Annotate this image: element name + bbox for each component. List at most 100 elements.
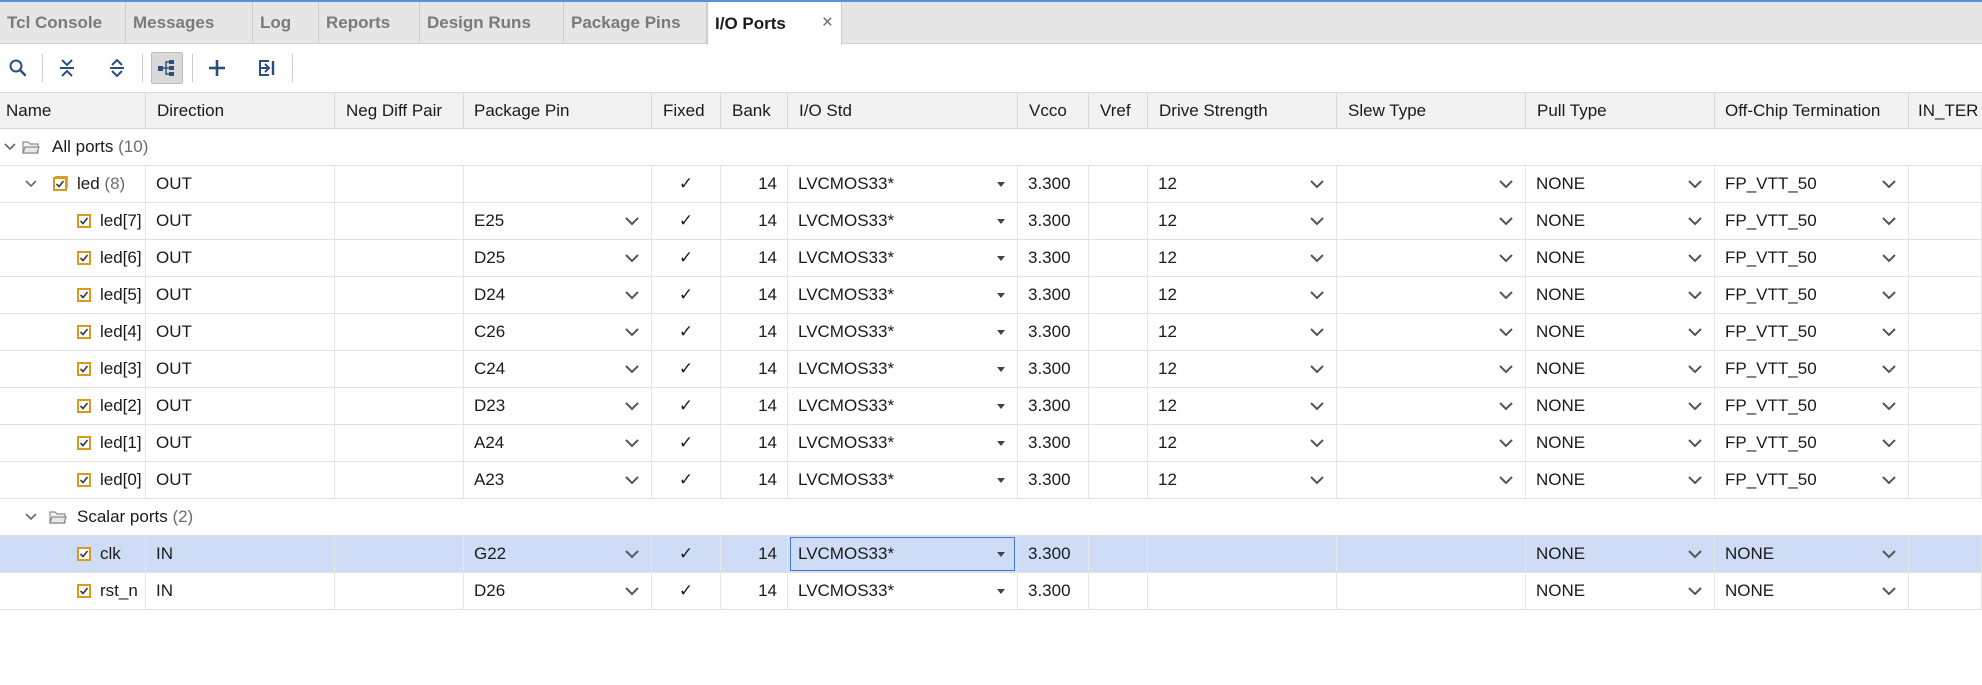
cell-package-pin[interactable] xyxy=(464,166,652,202)
cell-off-chip-termination[interactable]: NONE xyxy=(1715,573,1909,609)
cell-fixed[interactable]: ✓ xyxy=(652,388,721,424)
cell-fixed[interactable]: ✓ xyxy=(652,351,721,387)
cell-drive-strength[interactable]: 12 xyxy=(1148,425,1337,461)
cell-io-std[interactable]: LVCMOS33* xyxy=(788,240,1018,276)
column-header-bank[interactable]: Bank xyxy=(721,93,788,129)
search-button[interactable] xyxy=(2,52,34,84)
port-row[interactable]: led[4] OUT C26 ✓ 14 LVCMOS33* 3.300 12 NONE FP_VT… xyxy=(0,314,1982,351)
column-header-vcco[interactable]: Vcco xyxy=(1018,93,1089,129)
column-header-slew-type[interactable]: Slew Type xyxy=(1337,93,1526,129)
cell-package-pin[interactable]: A24 xyxy=(464,425,652,461)
cell-off-chip-termination[interactable]: NONE xyxy=(1715,536,1909,572)
cell-package-pin[interactable]: D23 xyxy=(464,388,652,424)
cell-name[interactable]: led[5] xyxy=(0,277,146,313)
cell-name[interactable]: led[4] xyxy=(0,314,146,350)
cell-name[interactable]: led[2] xyxy=(0,388,146,424)
column-header-vref[interactable]: Vref xyxy=(1089,93,1148,129)
cell-io-std[interactable]: LVCMOS33* xyxy=(788,314,1018,350)
tab-tcl-console[interactable]: Tcl Console xyxy=(0,2,126,44)
cell-name[interactable]: led[0] xyxy=(0,462,146,498)
group-by-interface-button[interactable] xyxy=(151,52,183,84)
expand-all-button[interactable] xyxy=(101,52,133,84)
cell-pull-type[interactable]: NONE xyxy=(1526,203,1715,239)
port-row[interactable]: clk IN G22 ✓ 14 LVCMOS33* 3.300 NONE NONE xyxy=(0,536,1982,573)
cell-package-pin[interactable]: D24 xyxy=(464,277,652,313)
tab-messages[interactable]: Messages xyxy=(126,2,253,44)
cell-pull-type[interactable]: NONE xyxy=(1526,462,1715,498)
column-header-io-std[interactable]: I/O Std xyxy=(788,93,1018,129)
cell-pull-type[interactable]: NONE xyxy=(1526,425,1715,461)
cell-slew-type[interactable] xyxy=(1337,166,1526,202)
cell-fixed[interactable]: ✓ xyxy=(652,314,721,350)
column-header-off-chip-termination[interactable]: Off-Chip Termination xyxy=(1715,93,1909,129)
tree-row-led-bus[interactable]: led (8) OUT ✓ 14 LVCMOS33* 3.300 12 NONE FP_VTT_… xyxy=(0,166,1982,203)
cell-fixed[interactable]: ✓ xyxy=(652,573,721,609)
cell-drive-strength[interactable]: 12 xyxy=(1148,277,1337,313)
cell-drive-strength[interactable]: 12 xyxy=(1148,314,1337,350)
cell-off-chip-termination[interactable]: FP_VTT_50 xyxy=(1715,166,1909,202)
cell-name[interactable]: led (8) xyxy=(0,166,146,202)
cell-drive-strength[interactable]: 12 xyxy=(1148,166,1337,202)
cell-slew-type[interactable] xyxy=(1337,314,1526,350)
tree-row-scalar-ports[interactable]: Scalar ports (2) xyxy=(0,499,1982,536)
port-row[interactable]: led[6] OUT D25 ✓ 14 LVCMOS33* 3.300 12 NONE FP_VT… xyxy=(0,240,1982,277)
cell-off-chip-termination[interactable]: FP_VTT_50 xyxy=(1715,388,1909,424)
cell-pull-type[interactable]: NONE xyxy=(1526,536,1715,572)
collapse-all-button[interactable] xyxy=(51,52,83,84)
cell-name[interactable]: clk xyxy=(0,536,146,572)
cell-off-chip-termination[interactable]: FP_VTT_50 xyxy=(1715,425,1909,461)
cell-fixed[interactable]: ✓ xyxy=(652,240,721,276)
cell-name[interactable]: led[1] xyxy=(0,425,146,461)
cell-io-std[interactable]: LVCMOS33* xyxy=(788,166,1018,202)
cell-package-pin[interactable]: G22 xyxy=(464,536,652,572)
port-row[interactable]: led[2] OUT D23 ✓ 14 LVCMOS33* 3.300 12 NONE FP_VT… xyxy=(0,388,1982,425)
column-header-package-pin[interactable]: Package Pin xyxy=(464,93,652,129)
port-row[interactable]: led[1] OUT A24 ✓ 14 LVCMOS33* 3.300 12 NONE FP_VT… xyxy=(0,425,1982,462)
cell-fixed[interactable]: ✓ xyxy=(652,462,721,498)
cell-io-std[interactable]: LVCMOS33* xyxy=(788,462,1018,498)
cell-slew-type[interactable] xyxy=(1337,462,1526,498)
cell-drive-strength[interactable]: 12 xyxy=(1148,388,1337,424)
port-row[interactable]: led[0] OUT A23 ✓ 14 LVCMOS33* 3.300 12 NONE FP_VT… xyxy=(0,462,1982,499)
export-button[interactable] xyxy=(251,52,283,84)
cell-name[interactable]: led[3] xyxy=(0,351,146,387)
cell-io-std[interactable]: LVCMOS33* xyxy=(788,536,1018,572)
cell-io-std[interactable]: LVCMOS33* xyxy=(788,351,1018,387)
cell-drive-strength[interactable]: 12 xyxy=(1148,462,1337,498)
cell-drive-strength[interactable]: 12 xyxy=(1148,240,1337,276)
cell-pull-type[interactable]: NONE xyxy=(1526,277,1715,313)
tab-io-ports[interactable]: I/O Ports × xyxy=(707,2,842,45)
column-header-neg-diff-pair[interactable]: Neg Diff Pair xyxy=(335,93,464,129)
cell-slew-type[interactable] xyxy=(1337,203,1526,239)
cell-off-chip-termination[interactable]: FP_VTT_50 xyxy=(1715,277,1909,313)
cell-pull-type[interactable]: NONE xyxy=(1526,240,1715,276)
cell-off-chip-termination[interactable]: FP_VTT_50 xyxy=(1715,462,1909,498)
cell-slew-type[interactable] xyxy=(1337,240,1526,276)
cell-slew-type[interactable] xyxy=(1337,351,1526,387)
cell-pull-type[interactable]: NONE xyxy=(1526,573,1715,609)
cell-io-std[interactable]: LVCMOS33* xyxy=(788,388,1018,424)
tab-reports[interactable]: Reports xyxy=(319,2,420,44)
expand-all-ports-icon[interactable] xyxy=(3,141,17,153)
expand-led-bus-icon[interactable] xyxy=(24,178,38,190)
tab-design-runs[interactable]: Design Runs xyxy=(420,2,564,44)
cell-package-pin[interactable]: D25 xyxy=(464,240,652,276)
cell-package-pin[interactable]: C24 xyxy=(464,351,652,387)
cell-io-std[interactable]: LVCMOS33* xyxy=(788,573,1018,609)
cell-io-std[interactable]: LVCMOS33* xyxy=(788,277,1018,313)
column-header-in-term[interactable]: IN_TER xyxy=(1909,93,1982,129)
tab-package-pins[interactable]: Package Pins xyxy=(564,2,707,44)
cell-name[interactable]: led[7] xyxy=(0,203,146,239)
cell-fixed[interactable]: ✓ xyxy=(652,203,721,239)
cell-pull-type[interactable]: NONE xyxy=(1526,314,1715,350)
column-header-direction[interactable]: Direction xyxy=(146,93,335,129)
cell-drive-strength[interactable]: 12 xyxy=(1148,203,1337,239)
cell-io-std[interactable]: LVCMOS33* xyxy=(788,203,1018,239)
cell-off-chip-termination[interactable]: FP_VTT_50 xyxy=(1715,314,1909,350)
cell-package-pin[interactable]: D26 xyxy=(464,573,652,609)
cell-pull-type[interactable]: NONE xyxy=(1526,166,1715,202)
close-tab-icon[interactable]: × xyxy=(822,13,833,32)
cell-package-pin[interactable]: C26 xyxy=(464,314,652,350)
port-row[interactable]: led[5] OUT D24 ✓ 14 LVCMOS33* 3.300 12 NONE FP_VT… xyxy=(0,277,1982,314)
cell-name[interactable]: led[6] xyxy=(0,240,146,276)
